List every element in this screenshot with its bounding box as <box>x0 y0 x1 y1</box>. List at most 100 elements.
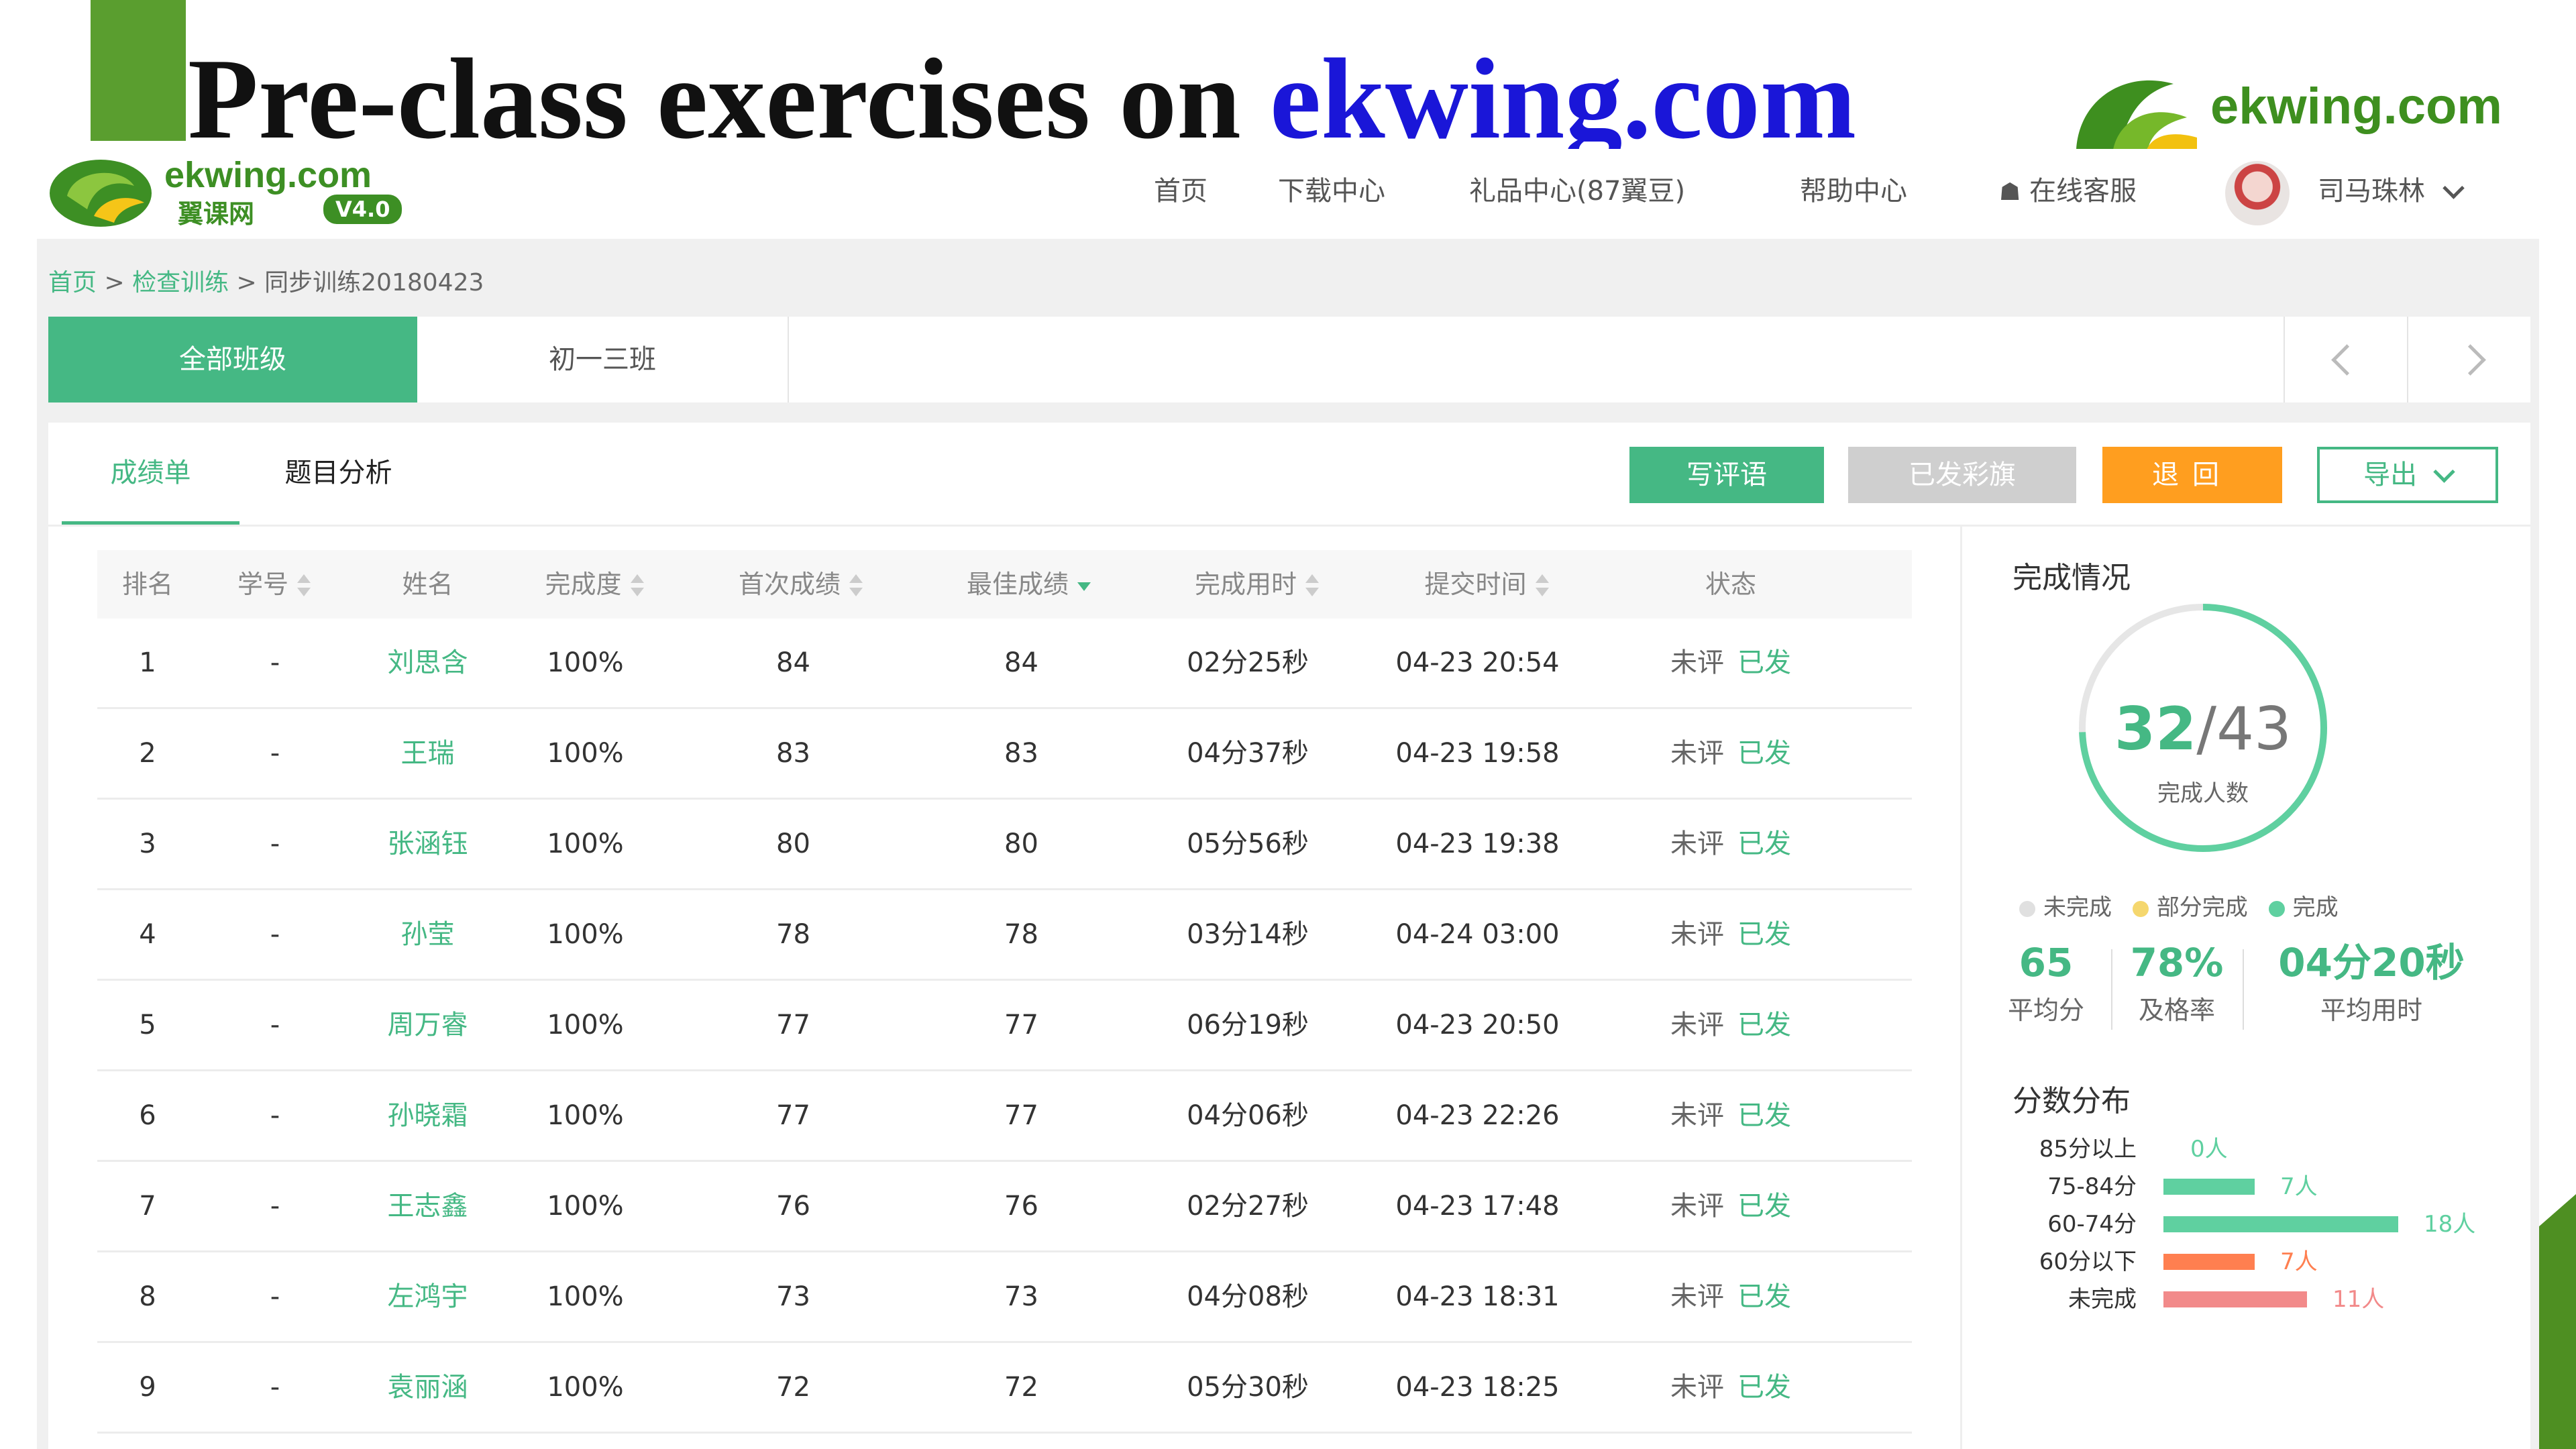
legend-dot <box>2132 900 2149 917</box>
nav-home[interactable]: 首页 <box>1154 169 1208 208</box>
user-menu[interactable]: 司马珠林 <box>2318 169 2465 208</box>
cell-completion: 100% <box>547 919 624 950</box>
cell-name[interactable]: 刘思含 <box>352 619 503 707</box>
review-status-link[interactable]: 未评 <box>1670 1281 1724 1312</box>
distribution-count: 0人 <box>2190 1136 2228 1163</box>
breadcrumb-home[interactable]: 首页 <box>48 269 97 297</box>
sent-status-link[interactable]: 已发 <box>1737 1281 1791 1312</box>
review-status-link[interactable]: 未评 <box>1670 1100 1724 1131</box>
cell-best-score: 80 <box>1004 828 1038 859</box>
review-status-link[interactable]: 未评 <box>1670 919 1724 950</box>
review-status-link[interactable]: 未评 <box>1670 647 1724 678</box>
next-class-button[interactable] <box>2407 317 2532 402</box>
completion-legend: 未完成 部分完成 完成 <box>2006 889 2339 922</box>
review-status-link[interactable]: 未评 <box>1670 1191 1724 1222</box>
table-row: 4 - 孙莹 100% 78 78 03分14秒 04-24 03:00 未评 已发 <box>97 890 1912 981</box>
cell-best-score: 73 <box>1004 1281 1038 1312</box>
cell-name[interactable]: 左鸿宇 <box>352 1252 503 1341</box>
nav-online-service[interactable]: ☗ 在线客服 <box>1999 169 2137 208</box>
flag-sent-button[interactable]: 已发彩旗 <box>1848 447 2076 503</box>
tab-score-sheet[interactable]: 成绩单 <box>62 423 239 525</box>
cell-student-id: - <box>270 647 280 678</box>
cell-student-id: - <box>270 919 280 950</box>
cell-status: 未评 已发 <box>1603 619 1858 707</box>
tab-all-classes[interactable]: 全部班级 <box>48 317 417 402</box>
cell-status: 未评 已发 <box>1603 1343 1858 1432</box>
cell-name[interactable]: 孙莹 <box>352 890 503 979</box>
breadcrumb-separator: > <box>229 269 265 297</box>
score-table: 排名 学号 姓名 完成度 首次成绩 最佳成绩 完成用时 提交时间 状态 1 - 刘思… <box>97 550 1912 1434</box>
write-comment-button[interactable]: 写评语 <box>1629 447 1824 503</box>
table-row: 8 - 左鸿宇 100% 73 73 04分08秒 04-23 18:31 未评 已发 <box>97 1252 1912 1343</box>
sort-icon <box>1534 573 1551 600</box>
cell-status: 未评 已发 <box>1603 890 1858 979</box>
review-status-link[interactable]: 未评 <box>1670 1010 1724 1040</box>
nav-download-center[interactable]: 下载中心 <box>1278 169 1385 208</box>
tab-question-analysis[interactable]: 题目分析 <box>250 423 427 525</box>
nav-gift-center[interactable]: 礼品中心(87翼豆) <box>1469 169 1685 208</box>
review-status-link[interactable]: 未评 <box>1670 738 1724 769</box>
distribution-count: 18人 <box>2424 1211 2476 1238</box>
corner-logo: ekwing.com <box>2073 70 2502 151</box>
cell-name[interactable]: 袁丽涵 <box>352 1343 503 1432</box>
version-badge: V4.0 <box>323 195 402 224</box>
sort-icon <box>847 573 865 600</box>
prev-class-button[interactable] <box>2284 317 2408 402</box>
column-header-submit-time[interactable]: 提交时间 <box>1372 550 1603 619</box>
sent-status-link[interactable]: 已发 <box>1737 1191 1791 1222</box>
avatar[interactable] <box>2225 161 2290 225</box>
site-logo[interactable]: ekwing.com 翼课网 V4.0 <box>47 149 423 236</box>
column-header-student-id[interactable]: 学号 <box>198 550 352 619</box>
column-header-first-score[interactable]: 首次成绩 <box>688 550 916 619</box>
tab-class-1-3[interactable]: 初一三班 <box>417 317 789 402</box>
cell-submit-time: 04-23 17:48 <box>1395 1191 1560 1222</box>
cell-rank: 3 <box>139 828 156 859</box>
return-button[interactable]: 退回 <box>2102 447 2282 503</box>
sent-status-link[interactable]: 已发 <box>1737 738 1791 769</box>
breadcrumb-current: 同步训练20180423 <box>264 269 484 297</box>
sent-status-link[interactable]: 已发 <box>1737 919 1791 950</box>
stat-average-score: 65 平均分 <box>2007 940 2084 1025</box>
cell-completion: 100% <box>547 1372 624 1403</box>
cell-student-id: - <box>270 1010 280 1040</box>
sort-icon <box>629 573 646 600</box>
cell-submit-time: 04-23 18:31 <box>1395 1281 1560 1312</box>
cell-name[interactable]: 张涵钰 <box>352 800 503 888</box>
sent-status-link[interactable]: 已发 <box>1737 647 1791 678</box>
export-button[interactable]: 导出 <box>2317 447 2498 503</box>
cell-time-used: 02分27秒 <box>1187 1191 1309 1222</box>
sent-status-link[interactable]: 已发 <box>1737 828 1791 859</box>
column-header-best-score[interactable]: 最佳成绩 <box>916 550 1144 619</box>
stat-pass-rate: 78% 及格率 <box>2130 940 2224 1025</box>
cell-time-used: 05分30秒 <box>1187 1372 1309 1403</box>
column-header-completion[interactable]: 完成度 <box>503 550 688 619</box>
breadcrumb-check-training[interactable]: 检查训练 <box>132 269 229 297</box>
sent-status-link[interactable]: 已发 <box>1737 1100 1791 1131</box>
cell-rank: 9 <box>139 1372 156 1403</box>
cell-name[interactable]: 周万睿 <box>352 981 503 1069</box>
nav-help-center[interactable]: 帮助中心 <box>1800 169 1907 208</box>
cell-first-score: 72 <box>776 1372 810 1403</box>
cell-submit-time: 04-23 22:26 <box>1395 1100 1560 1131</box>
title-accent-block <box>91 0 186 141</box>
legend-dot <box>2268 900 2285 917</box>
cell-status: 未评 已发 <box>1603 981 1858 1069</box>
review-status-link[interactable]: 未评 <box>1670 1372 1724 1403</box>
distribution-bar <box>2163 1254 2255 1270</box>
cell-name[interactable]: 孙晓霜 <box>352 1071 503 1160</box>
cell-name[interactable]: 王志鑫 <box>352 1162 503 1250</box>
completion-count: 32/43 <box>2076 694 2330 763</box>
table-row: 6 - 孙晓霜 100% 77 77 04分06秒 04-23 22:26 未评 已发 <box>97 1071 1912 1162</box>
chevron-down-icon <box>2442 176 2465 199</box>
divider <box>2111 949 2112 1030</box>
column-header-time-used[interactable]: 完成用时 <box>1144 550 1372 619</box>
cell-status: 未评 已发 <box>1603 1071 1858 1160</box>
cell-name[interactable]: 王瑞 <box>352 709 503 798</box>
sent-status-link[interactable]: 已发 <box>1737 1010 1791 1040</box>
slide-title: Pre-class exercises on ekwing.com <box>188 32 1856 166</box>
distribution-count: 7人 <box>2280 1173 2318 1200</box>
review-status-link[interactable]: 未评 <box>1670 828 1724 859</box>
class-tabs: 全部班级 初一三班 <box>48 317 2530 402</box>
sent-status-link[interactable]: 已发 <box>1737 1372 1791 1403</box>
cell-submit-time: 04-23 19:38 <box>1395 828 1560 859</box>
